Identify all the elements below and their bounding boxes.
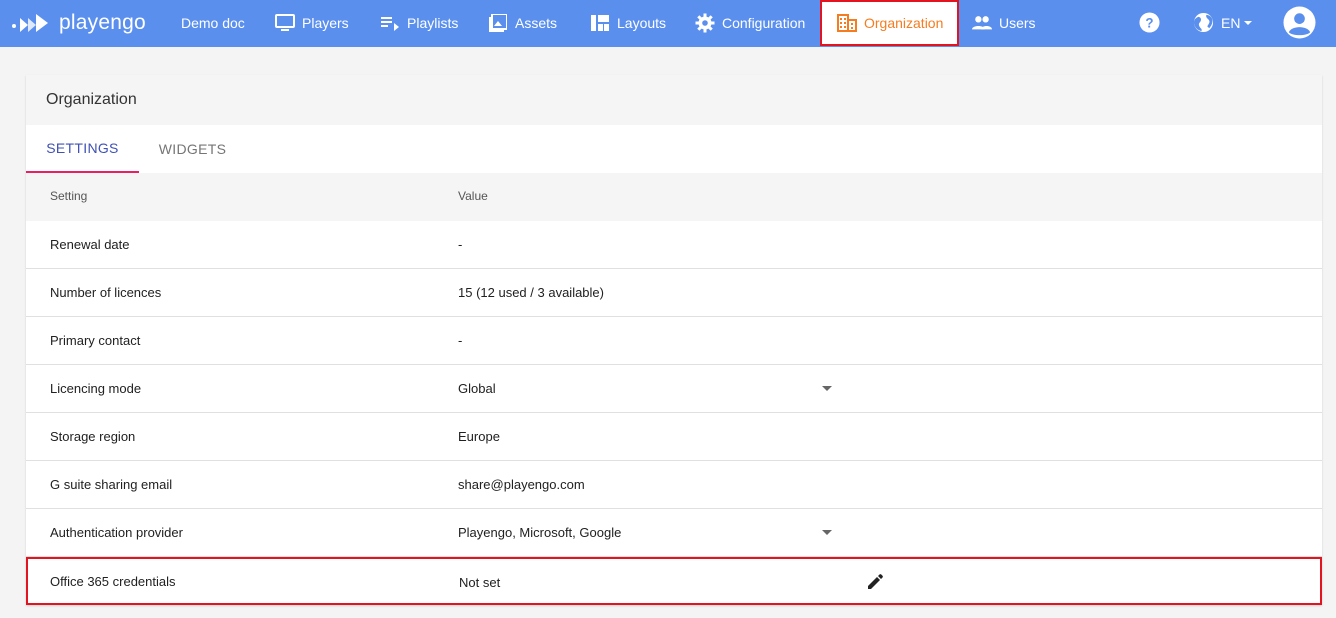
language-code: EN: [1221, 14, 1241, 31]
nav-label: Configuration: [722, 14, 806, 31]
licencing-mode-select[interactable]: Global: [458, 381, 496, 396]
table-row: Number of licences 15 (12 used / 3 avail…: [26, 269, 1322, 317]
tab-label: SETTINGS: [46, 140, 119, 156]
column-header-value: Value: [458, 189, 488, 203]
nav-playlists[interactable]: Playlists: [380, 0, 458, 45]
table-row: Primary contact -: [26, 317, 1322, 365]
setting-value: 15 (12 used / 3 available): [458, 285, 604, 300]
language-selector[interactable]: EN: [1193, 0, 1253, 45]
help-icon[interactable]: ?: [1139, 0, 1160, 45]
nav-players[interactable]: Players: [275, 0, 349, 45]
table-row: Renewal date -: [26, 221, 1322, 269]
tab-widgets[interactable]: WIDGETS: [139, 125, 246, 173]
nav-demo-doc[interactable]: Demo doc: [181, 0, 245, 45]
tab-bar: SETTINGS WIDGETS: [26, 125, 1322, 173]
nav-label: Demo doc: [181, 14, 245, 31]
setting-name: Primary contact: [50, 333, 141, 348]
nav-label: Users: [999, 14, 1036, 31]
nav-layouts[interactable]: Layouts: [590, 0, 666, 45]
nav-label: Assets: [515, 14, 558, 31]
tab-settings[interactable]: SETTINGS: [26, 125, 139, 173]
nav-configuration[interactable]: Configuration: [695, 0, 805, 45]
globe-icon: [1193, 12, 1214, 33]
column-header-setting: Setting: [50, 189, 88, 203]
nav-assets[interactable]: Assets: [488, 0, 557, 45]
dropdown-arrow-icon[interactable]: [822, 386, 832, 391]
chevron-down-icon: [1244, 20, 1253, 25]
top-navigation-bar: playengo Demo doc Players Playlists Asse…: [0, 0, 1336, 47]
table-row-office365: Office 365 credentials Not set: [26, 557, 1322, 605]
setting-value: Europe: [458, 429, 500, 444]
setting-name: Authentication provider: [50, 525, 183, 540]
svg-text:?: ?: [1145, 15, 1153, 30]
nav-label: Playlists: [407, 14, 459, 31]
table-row: G suite sharing email share@playengo.com: [26, 461, 1322, 509]
table-row: Storage region Europe: [26, 413, 1322, 461]
authentication-provider-select[interactable]: Playengo, Microsoft, Google: [458, 525, 621, 540]
setting-value: -: [458, 237, 463, 252]
setting-name: Renewal date: [50, 237, 130, 252]
layout-icon: [590, 13, 610, 33]
nav-label: Layouts: [617, 14, 667, 31]
setting-name: G suite sharing email: [50, 477, 173, 492]
dropdown-arrow-icon[interactable]: [822, 530, 832, 535]
setting-name: Office 365 credentials: [50, 574, 176, 589]
organization-card: Organization SETTINGS WIDGETS Setting Va…: [26, 75, 1322, 605]
pencil-edit-icon[interactable]: [866, 573, 884, 591]
table-row: Authentication provider Playengo, Micros…: [26, 509, 1322, 557]
account-avatar-icon[interactable]: [1283, 0, 1316, 45]
setting-name: Storage region: [50, 429, 136, 444]
tab-label: WIDGETS: [158, 141, 227, 157]
setting-value: share@playengo.com: [458, 477, 585, 492]
setting-name: Number of licences: [50, 285, 162, 300]
setting-value: -: [458, 333, 463, 348]
nav-users[interactable]: Users: [972, 0, 1036, 45]
card-header: Organization: [26, 75, 1322, 125]
table-row: Licencing mode Global: [26, 365, 1322, 413]
brand-logo[interactable]: playengo: [10, 10, 146, 36]
users-icon: [972, 13, 992, 33]
image-icon: [488, 13, 508, 33]
nav-organization[interactable]: Organization: [820, 0, 959, 46]
page-title: Organization: [46, 91, 137, 108]
setting-value: Not set: [459, 575, 501, 590]
nav-label: Organization: [864, 15, 944, 31]
building-icon: [837, 13, 857, 33]
playlist-icon: [380, 13, 400, 33]
gear-icon: [695, 13, 715, 33]
nav-label: Players: [302, 14, 349, 31]
monitor-icon: [275, 13, 295, 33]
table-header: Setting Value: [26, 173, 1322, 221]
setting-name: Licencing mode: [50, 381, 142, 396]
logo-arrows-icon: [12, 14, 48, 32]
brand-name: playengo: [59, 11, 146, 34]
